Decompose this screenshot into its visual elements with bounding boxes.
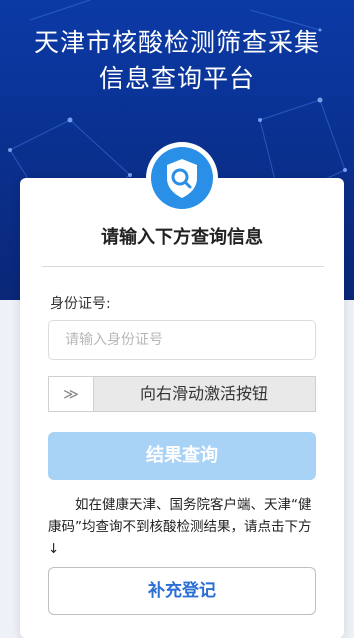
query-result-button[interactable]: 结果查询 (48, 432, 316, 480)
notice-text: 如在健康天津、国务院客户端、天津“健康码”均查询不到核酸检测结果，请点击下方 ↓ (48, 497, 312, 557)
shield-search-icon (167, 159, 197, 198)
id-number-input[interactable] (48, 320, 316, 360)
shield-search-badge (146, 142, 218, 214)
supplementary-registration-button[interactable]: 补充登记 (48, 567, 316, 615)
id-number-label: 身份证号: (50, 296, 111, 312)
slider-handle-double-chevron-icon[interactable]: ≫ (49, 377, 94, 411)
slider-hint-text: 向右滑动激活按钮 (139, 384, 268, 403)
slide-to-activate-slider[interactable]: ≫ 向右滑动激活按钮 (48, 376, 316, 412)
divider (42, 266, 324, 267)
page-title-line1: 天津市核酸检测筛查采集 (33, 28, 320, 57)
form-heading: 请输入下方查询信息 (101, 227, 263, 248)
page-title-line2: 信息查询平台 (98, 64, 255, 93)
